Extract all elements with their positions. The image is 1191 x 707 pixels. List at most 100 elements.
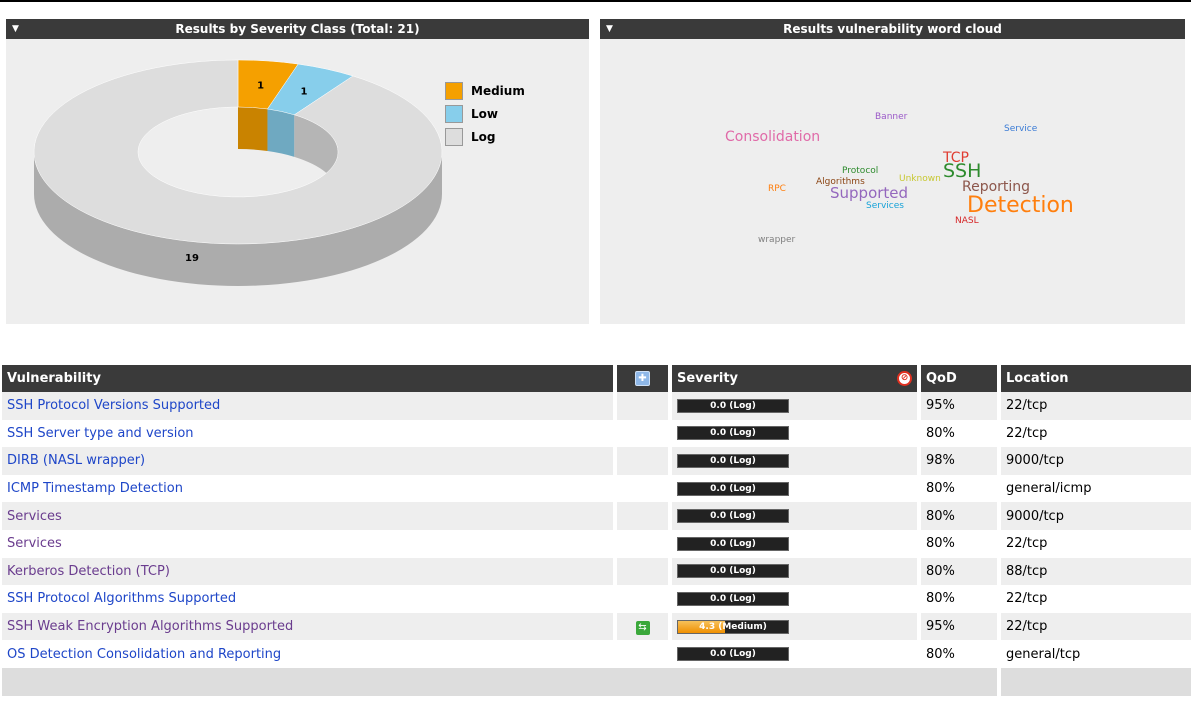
qod-cell: 98% — [919, 447, 1001, 475]
vulnerability-cell: Services — [2, 529, 617, 558]
col-vulnerability-label: Vulnerability — [7, 371, 101, 386]
cloud-word[interactable]: Service — [1004, 125, 1037, 134]
location-value: 22/tcp — [1006, 536, 1048, 552]
cloud-word[interactable]: Supported — [830, 186, 908, 201]
location-value: 9000/tcp — [1006, 508, 1064, 524]
vulnerability-link[interactable]: SSH Server type and version — [7, 426, 194, 441]
location-cell: 9000/tcp — [999, 447, 1191, 475]
cloud-word[interactable]: Reporting — [962, 180, 1030, 194]
severity-cell: 0.0 (Log) — [670, 585, 921, 613]
top-border — [0, 0, 1191, 2]
severity-cell: 0.0 (Log) — [670, 640, 921, 668]
severity-cell: 0.0 (Log) — [670, 529, 921, 558]
severity-bar: 4.3 (Medium) — [677, 619, 789, 634]
col-qod-label: QoD — [926, 371, 957, 386]
vulnerability-cell: Services — [2, 502, 617, 530]
wordcloud-panel-title: Results vulnerability word cloud — [783, 22, 1002, 36]
vulnerability-link[interactable]: SSH Weak Encryption Algorithms Supported — [7, 619, 293, 634]
cloud-word[interactable]: wrapper — [758, 236, 795, 245]
severity-value: 4.3 (Medium) — [699, 621, 767, 632]
severity-bar: 0.0 (Log) — [677, 647, 789, 662]
vulnerability-link[interactable]: Services — [7, 536, 62, 551]
severity-bar: 0.0 (Log) — [677, 536, 789, 551]
severity-cell: 0.0 (Log) — [670, 502, 921, 530]
table-row: OS Detection Consolidation and Reporting… — [2, 640, 1191, 668]
location-cell: 9000/tcp — [999, 502, 1191, 530]
severity-value: 0.0 (Log) — [710, 511, 756, 522]
location-value: 22/tcp — [1006, 591, 1048, 607]
col-location-header[interactable]: Location — [999, 365, 1191, 392]
cloud-word[interactable]: Services — [866, 202, 904, 211]
vulnerability-cell: SSH Protocol Versions Supported — [2, 392, 617, 420]
table-header-row: Vulnerability ✚ Severity ⊘ QoD Location — [2, 365, 1191, 392]
cloud-word[interactable]: Unknown — [899, 175, 941, 184]
legend-item-medium[interactable]: Medium — [445, 80, 525, 102]
collapse-triangle-icon[interactable]: ▼ — [12, 19, 19, 39]
location-cell: 22/tcp — [999, 529, 1191, 558]
donut-label-medium: 1 — [257, 80, 264, 91]
collapse-triangle-icon[interactable]: ▼ — [606, 19, 613, 39]
location-cell: general/tcp — [999, 640, 1191, 668]
location-cell: 22/tcp — [999, 585, 1191, 613]
vulnerability-link[interactable]: SSH Protocol Algorithms Supported — [7, 591, 236, 606]
vulnerability-cell: DIRB (NASL wrapper) — [2, 447, 617, 475]
vulnerability-link[interactable]: OS Detection Consolidation and Reporting — [7, 647, 281, 662]
solution-type-cell: ⇆ — [615, 612, 672, 641]
col-severity-header[interactable]: Severity ⊘ — [670, 365, 921, 392]
cloud-word[interactable]: Consolidation — [725, 130, 820, 144]
col-qod-header[interactable]: QoD — [919, 365, 1001, 392]
qod-cell: 80% — [919, 419, 1001, 448]
col-vulnerability-header[interactable]: Vulnerability — [2, 365, 617, 392]
qod-cell: 80% — [919, 557, 1001, 586]
vulnerability-link[interactable]: DIRB (NASL wrapper) — [7, 453, 145, 468]
location-cell: 22/tcp — [999, 419, 1191, 448]
vulnerability-cell: ICMP Timestamp Detection — [2, 474, 617, 503]
qod-cell: 80% — [919, 585, 1001, 613]
qod-value: 80% — [926, 563, 955, 579]
severity-cell: 0.0 (Log) — [670, 392, 921, 420]
cloud-word[interactable]: Protocol — [842, 167, 878, 176]
location-value: 22/tcp — [1006, 425, 1048, 441]
table-row: SSH Protocol Versions Supported 0.0 (Log)… — [2, 392, 1191, 420]
table-row: Kerberos Detection (TCP) 0.0 (Log) 80% 88/t… — [2, 557, 1191, 586]
severity-bar: 0.0 (Log) — [677, 398, 789, 413]
legend-item-log[interactable]: Log — [445, 126, 525, 148]
solution-type-cell — [615, 447, 672, 475]
results-table: Vulnerability ✚ Severity ⊘ QoD Location … — [2, 365, 1191, 696]
severity-value: 0.0 (Log) — [710, 593, 756, 604]
cloud-word[interactable]: RPC — [768, 185, 786, 194]
cloud-word[interactable]: Banner — [875, 113, 907, 122]
location-value: general/tcp — [1006, 646, 1081, 662]
severity-bar: 0.0 (Log) — [677, 481, 789, 496]
severity-bar: 0.0 (Log) — [677, 591, 789, 606]
location-value: 22/tcp — [1006, 398, 1048, 414]
severity-value: 0.0 (Log) — [710, 400, 756, 411]
location-value: general/icmp — [1006, 481, 1092, 497]
solution-type-cell — [615, 419, 672, 448]
cloud-word[interactable]: NASL — [955, 217, 979, 226]
location-value: 22/tcp — [1006, 619, 1048, 635]
legend-label: Log — [471, 130, 496, 144]
vulnerability-link[interactable]: SSH Protocol Versions Supported — [7, 398, 220, 413]
solution-type-cell — [615, 502, 672, 530]
table-row: SSH Weak Encryption Algorithms Supported… — [2, 612, 1191, 641]
location-cell: 88/tcp — [999, 557, 1191, 586]
table-row: Services 0.0 (Log) 80% 22/tcp — [2, 529, 1191, 558]
table-row: SSH Server type and version 0.0 (Log) 80% 2… — [2, 419, 1191, 448]
vulnerability-link[interactable]: Services — [7, 509, 62, 524]
col-location-label: Location — [1006, 371, 1069, 386]
severity-value: 0.0 (Log) — [710, 538, 756, 549]
cloud-word[interactable]: Detection — [967, 195, 1074, 217]
vulnerability-link[interactable]: Kerberos Detection (TCP) — [7, 564, 170, 579]
vulnerability-cell: SSH Protocol Algorithms Supported — [2, 585, 617, 613]
vulnerability-link[interactable]: ICMP Timestamp Detection — [7, 481, 183, 496]
qod-value: 80% — [926, 591, 955, 607]
severity-chart-area: 1 1 19 Medium Low Log — [6, 39, 589, 324]
severity-bar: 0.0 (Log) — [677, 453, 789, 468]
severity-cell: 0.0 (Log) — [670, 474, 921, 503]
legend-item-low[interactable]: Low — [445, 103, 525, 125]
override-disabled-icon[interactable]: ⊘ — [897, 371, 912, 386]
severity-value: 0.0 (Log) — [710, 428, 756, 439]
solution-type-cell — [615, 392, 672, 420]
donut-slice-log — [33, 59, 443, 245]
